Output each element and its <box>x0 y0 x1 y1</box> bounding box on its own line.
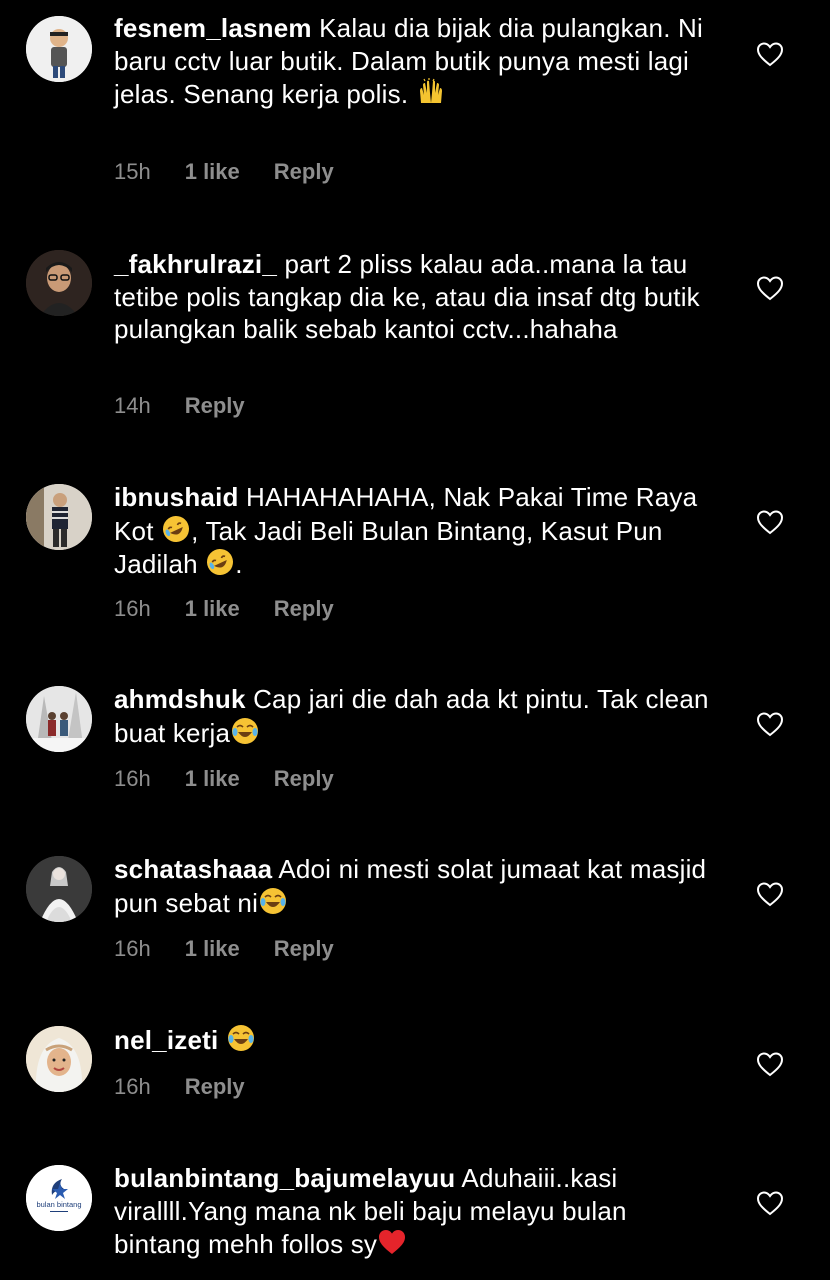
comment-body: . <box>235 549 243 579</box>
reply-button[interactable]: Reply <box>185 393 245 419</box>
tears-of-joy-icon <box>230 716 260 746</box>
comment-username[interactable]: _fakhrulrazi_ <box>114 249 277 279</box>
comment-meta: 16h 1 like Reply <box>114 596 334 622</box>
comment-text: schatashaaa Adoi ni mesti solat jumaat k… <box>114 853 714 919</box>
reply-button[interactable]: Reply <box>274 596 334 622</box>
likes-count-link[interactable]: 1 like <box>185 766 240 792</box>
likes-count-link[interactable]: 1 like <box>185 936 240 962</box>
avatar[interactable] <box>26 16 92 82</box>
like-heart-icon[interactable] <box>756 509 784 535</box>
like-heart-icon[interactable] <box>756 1051 784 1077</box>
like-heart-icon[interactable] <box>756 275 784 301</box>
comment-time: 16h <box>114 936 151 961</box>
comment-time: 15h <box>114 159 151 184</box>
comment-text: ibnushaid HAHAHAHAHA, Nak Pakai Time Ray… <box>114 481 714 581</box>
comment-username[interactable]: fesnem_lasnem <box>114 13 312 43</box>
comment-body: , Tak Jadi Beli Bulan Bintang, Kasut Pun… <box>114 515 663 580</box>
comment-text: fesnem_lasnem Kalau dia bijak dia pulang… <box>114 12 714 111</box>
reply-button[interactable]: Reply <box>274 766 334 792</box>
like-heart-icon[interactable] <box>756 881 784 907</box>
comment-time: 16h <box>114 766 151 791</box>
tears-of-joy-icon <box>226 1023 256 1053</box>
reply-button[interactable]: Reply <box>274 936 334 962</box>
comment-meta: 14h Reply <box>114 393 245 419</box>
reply-button[interactable]: Reply <box>185 1074 245 1100</box>
comment-text: bulanbintang_bajumelayuu Aduhaiii..kasi … <box>114 1162 714 1261</box>
comment-meta: 16h 1 like Reply <box>114 766 334 792</box>
avatar-logo-text: bulan bintang <box>36 1200 81 1209</box>
avatar[interactable] <box>26 856 92 922</box>
avatar[interactable] <box>26 686 92 752</box>
avatar[interactable] <box>26 250 92 316</box>
reply-button[interactable]: Reply <box>274 159 334 185</box>
comment-meta: 16h 1 like Reply <box>114 936 334 962</box>
rolling-laughing-icon <box>161 514 191 544</box>
comment-time: 16h <box>114 596 151 621</box>
comment-meta: 16h Reply <box>114 1074 245 1100</box>
comment-username[interactable]: bulanbintang_bajumelayuu <box>114 1163 455 1193</box>
rolling-laughing-icon <box>205 547 235 577</box>
tears-of-joy-icon <box>258 886 288 916</box>
comment-text: nel_izeti <box>114 1023 714 1057</box>
red-heart-icon <box>377 1227 407 1257</box>
comment-text: _fakhrulrazi_ part 2 pliss kalau ada..ma… <box>114 248 714 346</box>
like-heart-icon[interactable] <box>756 1190 784 1216</box>
likes-count-link[interactable]: 1 like <box>185 596 240 622</box>
avatar[interactable] <box>26 1026 92 1092</box>
comment-text: ahmdshuk Cap jari die dah ada kt pintu. … <box>114 683 714 749</box>
avatar[interactable] <box>26 484 92 550</box>
like-heart-icon[interactable] <box>756 41 784 67</box>
comment-username[interactable]: ibnushaid <box>114 482 239 512</box>
comment-time: 16h <box>114 1074 151 1099</box>
comment-username[interactable]: nel_izeti <box>114 1025 218 1055</box>
raising-hands-icon <box>416 77 446 107</box>
like-heart-icon[interactable] <box>756 711 784 737</box>
comment-meta: 15h 1 like Reply <box>114 159 334 185</box>
comment-time: 14h <box>114 393 151 418</box>
avatar[interactable]: bulan bintang <box>26 1165 92 1231</box>
comment-username[interactable]: ahmdshuk <box>114 684 246 714</box>
likes-count-link[interactable]: 1 like <box>185 159 240 185</box>
comment-username[interactable]: schatashaaa <box>114 854 272 884</box>
